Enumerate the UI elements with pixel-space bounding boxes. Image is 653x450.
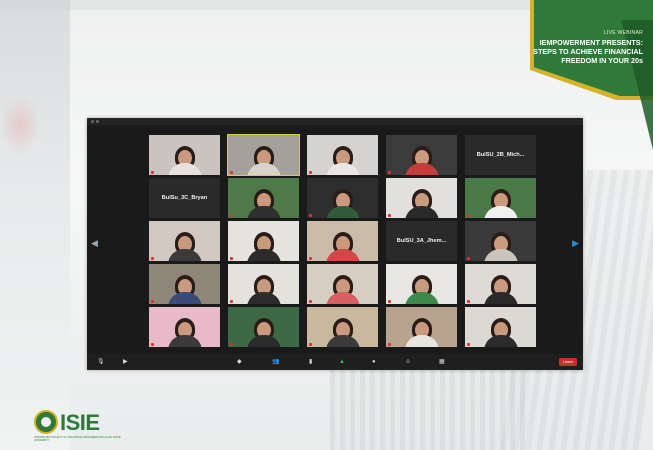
participant-tile[interactable]: BulSU_3A_Jhem... xyxy=(386,221,457,261)
participant-tile[interactable] xyxy=(149,135,220,175)
participant-name: BulSu_3C_Bryan xyxy=(161,195,208,201)
logo-subtitle: INTEGRATED SOCIETY OF INDUSTRIAL ENGINEE… xyxy=(34,436,121,442)
muted-mic-icon xyxy=(309,257,312,260)
participant-tile[interactable]: BulSu_3C_Bryan xyxy=(149,178,220,218)
end-meeting-button[interactable]: Leave xyxy=(559,358,577,366)
muted-mic-icon xyxy=(151,171,154,174)
microphone-icon: 🎙 xyxy=(97,359,105,365)
muted-mic-icon xyxy=(309,171,312,174)
window-dot-icon xyxy=(96,120,99,123)
participant-tile[interactable] xyxy=(307,307,378,347)
participant-tile[interactable] xyxy=(386,264,457,304)
muted-mic-icon xyxy=(388,171,391,174)
muted-mic-icon xyxy=(151,300,154,303)
share-screen-button[interactable]: ▲ xyxy=(339,357,345,366)
participant-tile[interactable] xyxy=(307,135,378,175)
background-building-bottom xyxy=(330,360,530,450)
muted-mic-icon xyxy=(467,257,470,260)
reactions-icon: ☺ xyxy=(405,358,412,365)
participant-tile[interactable] xyxy=(465,178,536,218)
muted-mic-icon xyxy=(467,214,470,217)
participant-tile[interactable] xyxy=(307,178,378,218)
logo-wordmark: ISIE xyxy=(60,410,100,435)
chat-icon: ▮ xyxy=(309,359,313,365)
participant-tile[interactable]: BulSU_2B_Mich... xyxy=(465,135,536,175)
banner-kicker: LIVE WEBINAR xyxy=(603,30,643,36)
participant-name: BulSU_2B_Mich... xyxy=(476,152,525,158)
muted-mic-icon xyxy=(467,300,470,303)
muted-mic-icon xyxy=(151,343,154,346)
background-building-left xyxy=(0,0,70,450)
next-page-arrow-icon[interactable]: ▶ xyxy=(572,238,579,249)
participant-tile[interactable] xyxy=(386,307,457,347)
shield-icon: ◆ xyxy=(237,359,242,365)
muted-mic-icon xyxy=(309,300,312,303)
muted-mic-icon xyxy=(230,343,233,346)
chat-button[interactable]: ▮ xyxy=(309,357,312,366)
participant-tile[interactable] xyxy=(149,221,220,261)
participant-tile[interactable] xyxy=(386,178,457,218)
muted-mic-icon xyxy=(230,257,233,260)
muted-mic-icon xyxy=(309,343,312,346)
apps-button[interactable]: ▦ xyxy=(439,357,445,366)
participant-tile[interactable] xyxy=(149,264,220,304)
participant-tile[interactable] xyxy=(307,221,378,261)
participant-tile[interactable] xyxy=(228,307,299,347)
participant-tile[interactable] xyxy=(465,264,536,304)
security-button[interactable]: ◆ xyxy=(237,357,242,366)
share-screen-icon: ▲ xyxy=(339,358,345,365)
meeting-toolbar: 🎙 ▶ ◆ 👥 ▮ ▲ ● ☺ ▦ Leave xyxy=(87,354,583,370)
previous-page-arrow-icon[interactable]: ◀ xyxy=(91,238,98,249)
muted-mic-icon xyxy=(151,257,154,260)
muted-mic-icon xyxy=(388,214,391,217)
muted-mic-icon xyxy=(309,214,312,217)
zoom-title-bar xyxy=(87,118,583,125)
participant-tile[interactable] xyxy=(465,307,536,347)
participant-tile[interactable] xyxy=(228,264,299,304)
muted-mic-icon xyxy=(467,343,470,346)
zoom-meeting-window: ◀ ▶ BulSU_2B_Mich... BulSu_3C_Bryan BulSU_… xyxy=(87,118,583,370)
participant-name: BulSU_3A_Jhem... xyxy=(396,238,447,244)
participant-tile[interactable] xyxy=(307,264,378,304)
participant-tile[interactable] xyxy=(149,307,220,347)
muted-mic-icon xyxy=(230,171,233,174)
record-icon: ● xyxy=(372,358,376,365)
participant-tile[interactable] xyxy=(386,135,457,175)
seal-icon xyxy=(34,410,58,434)
participants-button[interactable]: 👥 xyxy=(272,357,279,366)
participants-icon: 👥 xyxy=(272,359,280,365)
video-button[interactable]: ▶ xyxy=(123,357,128,366)
record-button[interactable]: ● xyxy=(372,357,376,366)
participant-tile[interactable] xyxy=(228,221,299,261)
participant-tile[interactable] xyxy=(465,221,536,261)
mute-button[interactable]: 🎙 xyxy=(97,357,105,366)
muted-mic-icon xyxy=(230,300,233,303)
camera-icon: ▶ xyxy=(123,359,128,365)
apps-icon: ▦ xyxy=(439,359,445,365)
muted-mic-icon xyxy=(388,300,391,303)
background-accent xyxy=(0,95,40,155)
banner-text: LIVE WEBINAR IEMPOWERMENT PRESENTS: STEP… xyxy=(533,30,643,65)
participant-tile[interactable] xyxy=(228,178,299,218)
participant-tile[interactable] xyxy=(227,134,300,176)
reactions-button[interactable]: ☺ xyxy=(405,357,411,366)
banner-title: IEMPOWERMENT PRESENTS: STEPS TO ACHIEVE … xyxy=(533,38,643,65)
window-dot-icon xyxy=(91,120,94,123)
muted-mic-icon xyxy=(230,214,233,217)
muted-mic-icon xyxy=(388,343,391,346)
